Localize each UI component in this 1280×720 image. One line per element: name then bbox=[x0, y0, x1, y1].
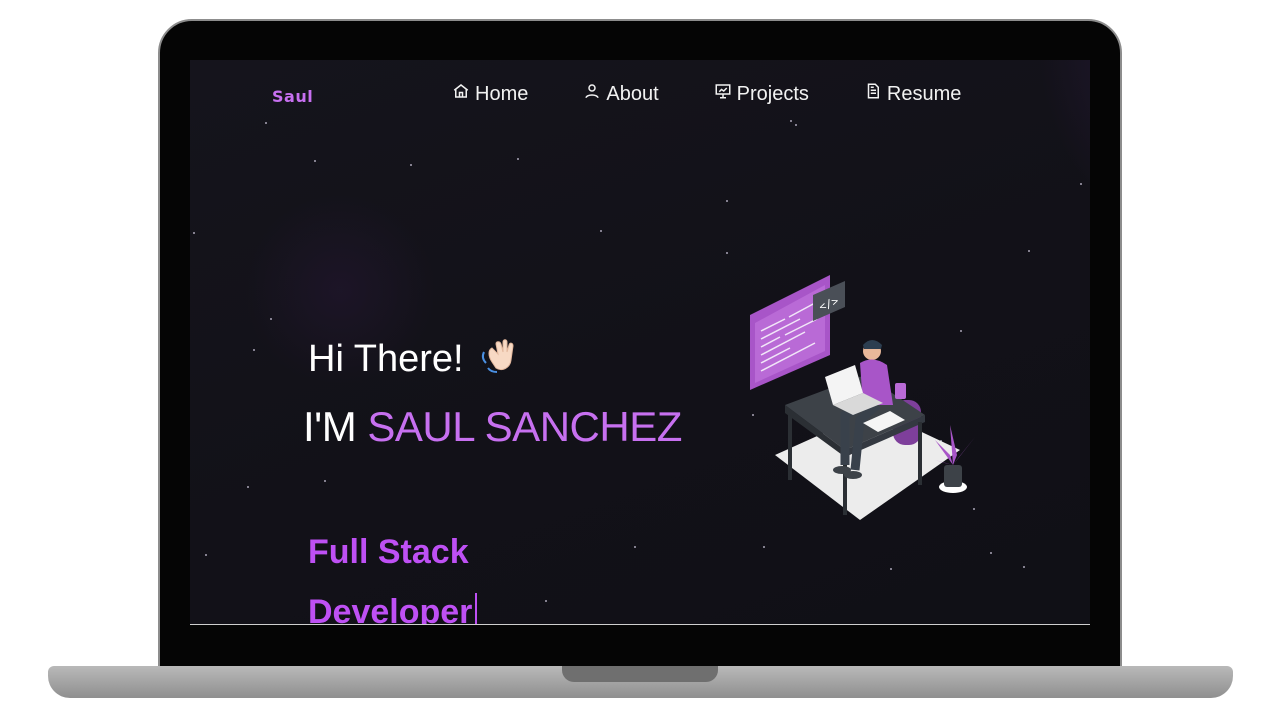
star bbox=[726, 200, 728, 202]
nav-home-label: Home bbox=[475, 82, 529, 105]
star bbox=[1080, 183, 1082, 185]
star bbox=[790, 120, 792, 122]
nav-projects[interactable]: Projects bbox=[714, 82, 809, 106]
star bbox=[517, 158, 519, 160]
user-icon bbox=[583, 82, 601, 106]
star bbox=[324, 480, 326, 482]
projects-icon bbox=[714, 82, 732, 106]
star bbox=[265, 122, 267, 124]
star bbox=[253, 349, 255, 351]
greeting-text: Hi There! bbox=[308, 337, 464, 380]
nav-about[interactable]: About bbox=[583, 82, 659, 106]
document-icon bbox=[864, 82, 882, 106]
laptop-notch bbox=[562, 666, 718, 682]
laptop-mockup: Saul Home About Projects Resume Hi There… bbox=[0, 0, 1280, 720]
navbar: Home About Projects Resume bbox=[452, 82, 1016, 106]
star bbox=[270, 318, 272, 320]
nav-projects-label: Projects bbox=[736, 82, 809, 105]
home-icon bbox=[452, 82, 470, 106]
star bbox=[763, 546, 765, 548]
star bbox=[1028, 250, 1030, 252]
role-line-2: Developer bbox=[308, 582, 568, 625]
star bbox=[726, 252, 728, 254]
star bbox=[314, 160, 316, 162]
portfolio-screen: Saul Home About Projects Resume Hi There… bbox=[190, 60, 1090, 625]
role-line-1: Full Stack bbox=[308, 533, 469, 571]
star bbox=[600, 230, 602, 232]
nav-home[interactable]: Home bbox=[452, 82, 528, 106]
star bbox=[890, 568, 892, 570]
star bbox=[795, 124, 797, 126]
waving-hand-icon bbox=[478, 332, 522, 386]
star bbox=[1023, 566, 1025, 568]
star bbox=[410, 164, 412, 166]
hero-greeting: Hi There! bbox=[308, 332, 522, 386]
developer-illustration: </> bbox=[745, 265, 1005, 529]
star bbox=[990, 552, 992, 554]
nav-about-label: About bbox=[606, 82, 659, 105]
hero-name: I'M SAUL SANCHEZ bbox=[303, 403, 682, 451]
nav-resume[interactable]: Resume bbox=[864, 82, 961, 106]
star bbox=[205, 554, 207, 556]
nav-resume-label: Resume bbox=[886, 82, 962, 105]
star bbox=[193, 232, 195, 234]
star bbox=[247, 486, 249, 488]
name-highlight: SAUL SANCHEZ bbox=[367, 403, 682, 450]
star bbox=[634, 546, 636, 548]
typing-cursor bbox=[475, 593, 478, 624]
name-prefix: I'M bbox=[303, 403, 368, 450]
site-logo[interactable]: Saul bbox=[272, 87, 313, 106]
role-line-2-text: Developer bbox=[308, 593, 473, 625]
hero-role: Full Stack Developer bbox=[308, 522, 568, 625]
